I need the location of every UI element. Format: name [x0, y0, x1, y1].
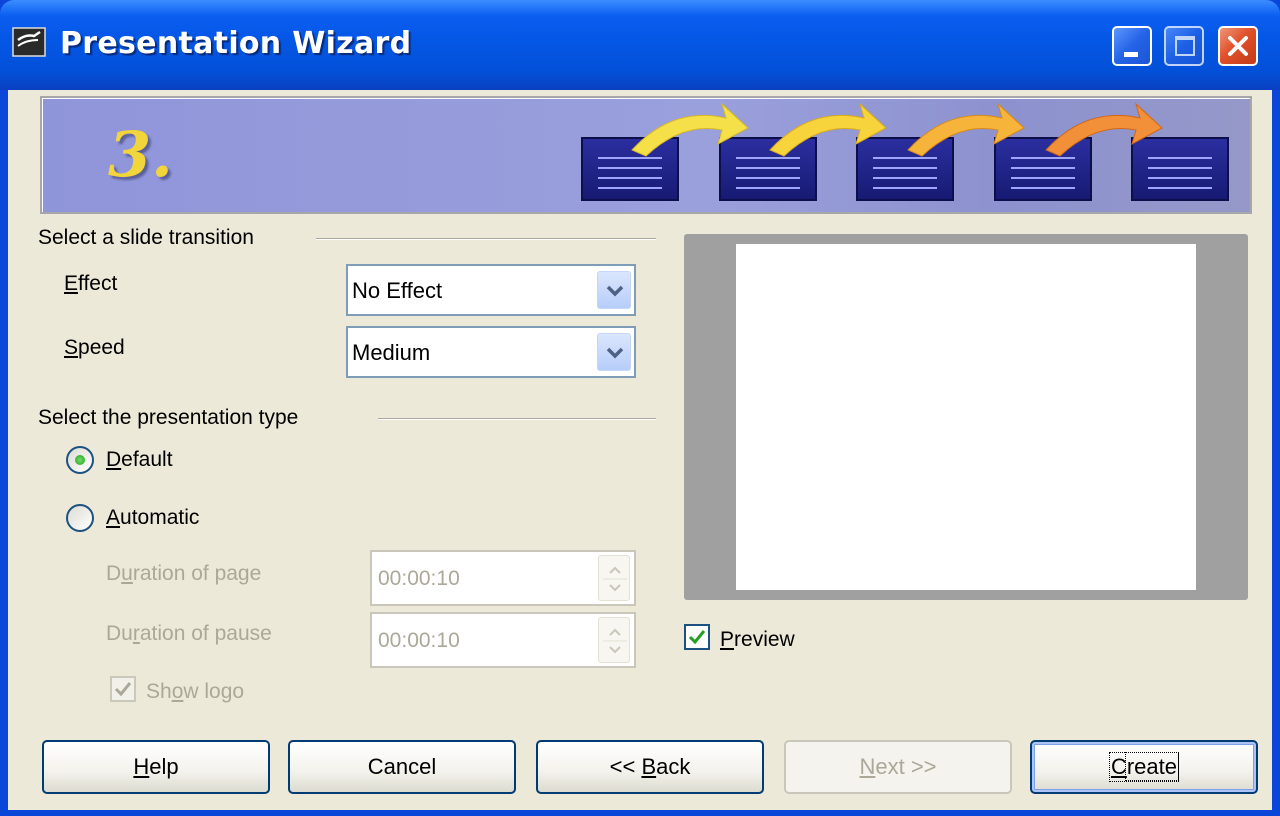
- transition-group-label: Select a slide transition: [38, 226, 254, 249]
- page-icon: [719, 137, 817, 201]
- speed-label: Speed: [64, 336, 125, 359]
- cancel-button[interactable]: Cancel: [288, 740, 516, 794]
- automatic-label[interactable]: Automatic: [106, 506, 199, 530]
- chevron-down-icon: [606, 285, 624, 297]
- help-button[interactable]: Help: [42, 740, 270, 794]
- page-icon: [581, 137, 679, 201]
- step-progress-graphic: [581, 102, 1229, 201]
- duration-pause-label: Duration of pause: [106, 622, 272, 645]
- checkmark-icon: [688, 630, 706, 645]
- show-logo-checkbox[interactable]: [110, 676, 136, 702]
- default-radio[interactable]: [66, 446, 94, 474]
- create-button[interactable]: Create: [1030, 740, 1258, 794]
- maximize-button[interactable]: [1164, 26, 1204, 66]
- close-icon: [1228, 36, 1248, 56]
- speed-value: Medium: [352, 340, 431, 365]
- speed-dropdown[interactable]: Medium: [346, 326, 636, 378]
- default-label[interactable]: Default: [106, 448, 173, 472]
- duration-page-value: 00:00:10: [378, 567, 460, 590]
- next-button[interactable]: Next >>: [784, 740, 1012, 794]
- app-icon: [12, 27, 46, 57]
- minimize-icon: [1124, 52, 1138, 57]
- spin-buttons[interactable]: [598, 555, 630, 601]
- spin-arrows-icon: [603, 628, 627, 654]
- preview-checkbox[interactable]: [684, 624, 710, 650]
- dialog-body: 3. Select a slide transition Effect No E…: [8, 90, 1272, 810]
- page-icon: [994, 137, 1092, 201]
- close-button[interactable]: [1218, 26, 1258, 66]
- automatic-radio[interactable]: [66, 504, 94, 532]
- wizard-window: Presentation Wizard 3. Select a slide tr…: [0, 0, 1280, 816]
- group-divider: [378, 418, 656, 420]
- duration-page-spinner[interactable]: 00:00:10: [370, 550, 636, 606]
- duration-pause-spinner[interactable]: 00:00:10: [370, 612, 636, 668]
- chevron-down-icon: [606, 347, 624, 359]
- page-icon: [856, 137, 954, 201]
- page-icon: [1131, 137, 1229, 201]
- wizard-banner: 3.: [40, 96, 1252, 214]
- duration-page-label: Duration of page: [106, 562, 262, 585]
- radio-dot: [75, 455, 85, 465]
- spin-arrows-icon: [603, 566, 627, 592]
- spin-buttons[interactable]: [598, 617, 630, 663]
- preview-slide: [736, 244, 1196, 590]
- group-divider: [316, 238, 656, 240]
- preview-label[interactable]: Preview: [720, 628, 795, 652]
- checkmark-icon: [114, 682, 132, 697]
- duration-pause-value: 00:00:10: [378, 629, 460, 652]
- title-bar[interactable]: Presentation Wizard: [0, 0, 1280, 90]
- show-logo-label[interactable]: Show logo: [146, 680, 244, 704]
- effect-label: Effect: [64, 272, 118, 295]
- minimize-button[interactable]: [1112, 26, 1152, 66]
- window-title: Presentation Wizard: [60, 26, 412, 61]
- speed-dropdown-arrow[interactable]: [597, 333, 631, 371]
- effect-value: No Effect: [352, 278, 443, 303]
- effect-dropdown-arrow[interactable]: [597, 271, 631, 309]
- back-button[interactable]: << Back: [536, 740, 764, 794]
- type-group-label: Select the presentation type: [38, 406, 299, 429]
- maximize-icon: [1175, 36, 1195, 56]
- effect-dropdown[interactable]: No Effect: [346, 264, 636, 316]
